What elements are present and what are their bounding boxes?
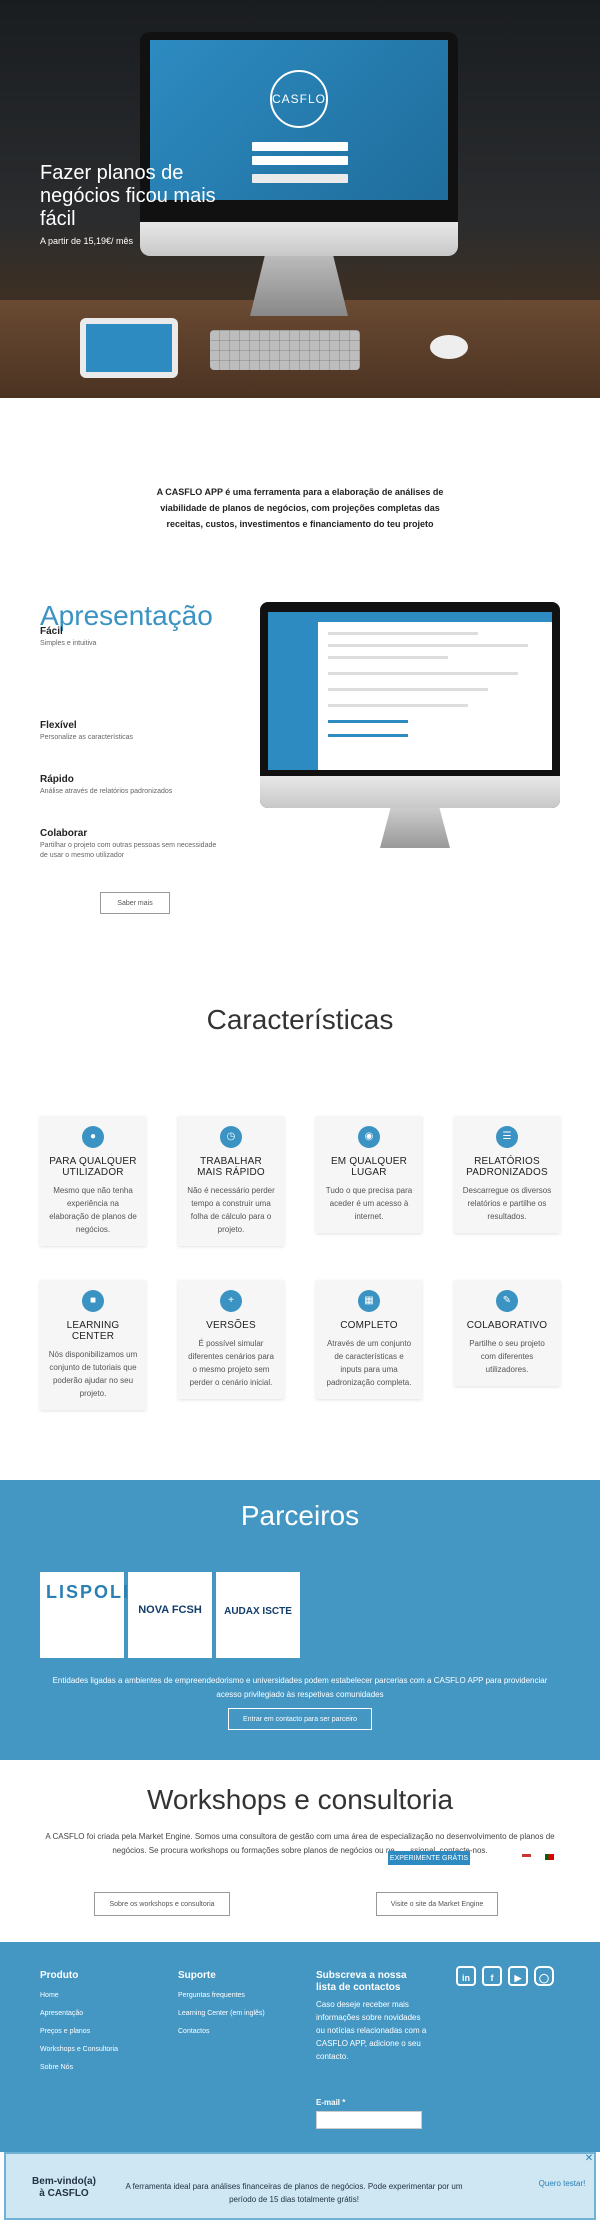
workshops-title: Workshops e consultoria — [146, 1784, 454, 1815]
partner-logo-text: LISPOLIS — [46, 1582, 145, 1602]
partner-contact-button[interactable]: Entrar em contacto para ser parceiro — [228, 1708, 372, 1730]
close-icon[interactable]: ✕ — [582, 2152, 596, 2166]
keyboard-icon: ▦ — [358, 1290, 380, 1312]
linkedin-icon[interactable]: in — [456, 1966, 476, 1986]
youtube-icon[interactable]: ▶ — [508, 1966, 528, 1986]
caracteristicas-title: Características — [206, 1004, 394, 1035]
feature-card: + VERSÕES É possível simular diferentes … — [178, 1280, 284, 1399]
feature-desc: Personalize as características — [40, 734, 133, 741]
feature-card: ▦ COMPLETO Através de um conjunto de car… — [316, 1280, 422, 1399]
card-desc: É possível simular diferentes cenários p… — [188, 1339, 274, 1387]
facebook-icon[interactable]: f — [482, 1966, 502, 1986]
card-title: EM QUALQUER LUGAR — [330, 1156, 408, 1178]
card-title: PARA QUALQUER UTILIZADOR — [49, 1156, 137, 1178]
card-desc: Mesmo que não tenha experiência na elabo… — [49, 1186, 137, 1234]
feature-title: Rápido — [40, 774, 74, 785]
footer-link[interactable]: Workshops e Consultoria — [40, 2046, 118, 2053]
mouse-illustration — [430, 335, 468, 359]
app-imac-stand — [380, 808, 450, 848]
globe-icon: ◉ — [358, 1126, 380, 1148]
footer-suporte-title: Suporte — [178, 1970, 216, 1981]
intro-text: A CASFLO APP é uma ferramenta para a ela… — [156, 487, 444, 529]
feature-card: ☰ RELATÓRIOS PADRONIZADOS Descarregue os… — [454, 1116, 560, 1233]
email-label: E-mail * — [316, 2098, 346, 2107]
card-desc: Não é necessário perder tempo a construi… — [187, 1186, 275, 1234]
footer-newsletter-title: Subscreva a nossa lista de contactos — [316, 1970, 407, 1993]
report-icon: ☰ — [496, 1126, 518, 1148]
card-desc: Partilhe o seu projeto com diferentes ut… — [469, 1339, 545, 1374]
try-free-button[interactable]: EXPERIMENTE GRÁTIS — [388, 1851, 470, 1865]
parceiros-text: Entidades ligadas a ambientes de empreen… — [52, 1676, 548, 1699]
imac-stand — [250, 256, 348, 316]
clock-icon: ◷ — [220, 1126, 242, 1148]
card-title: COMPLETO — [340, 1320, 398, 1331]
feature-desc: Simples e intuitiva — [40, 640, 97, 647]
login-field-illustration — [252, 142, 348, 151]
app-imac-chin — [260, 776, 560, 808]
book-icon: ■ — [82, 1290, 104, 1312]
workshops-button[interactable]: Sobre os workshops e consultoria — [94, 1892, 230, 1916]
feature-item: Colaborar Partilhar o projeto com outras… — [40, 828, 220, 861]
newsletter-text: Caso deseje receber mais informações sob… — [316, 2000, 427, 2061]
footer-link[interactable]: Preços e planos — [40, 2028, 90, 2035]
card-desc: Descarregue os diversos relatórios e par… — [462, 1186, 552, 1221]
banner-welcome: Bem-vindo(a) à CASFLO — [32, 2176, 96, 2199]
feature-title: Fácil — [40, 626, 63, 637]
feature-card: ■ LEARNING CENTER Nós disponibilizamos u… — [40, 1280, 146, 1410]
banner-text: A ferramenta ideal para análises finance… — [125, 2182, 463, 2204]
flag-pt-icon[interactable] — [545, 1854, 554, 1860]
instagram-icon[interactable]: ◯ — [534, 1966, 554, 1986]
partner-logo-text: AUDAX ISCTE — [224, 1606, 292, 1617]
login-field-illustration — [252, 156, 348, 165]
footer-link[interactable]: Learning Center (em inglês) — [178, 2010, 265, 2017]
market-engine-button[interactable]: Visite o site da Market Engine — [376, 1892, 498, 1916]
partner-logo[interactable]: AUDAX ISCTE — [216, 1572, 300, 1658]
feature-item: Flexível Personalize as características — [40, 720, 220, 743]
footer-link[interactable]: Home — [40, 1992, 59, 1999]
card-title: LEARNING CENTER — [66, 1320, 120, 1342]
footer-link[interactable]: Perguntas frequentes — [178, 1992, 245, 1999]
feature-card: ◷ TRABALHAR MAIS RÁPIDO Não é necessário… — [178, 1116, 284, 1246]
footer-link[interactable]: Sobre Nós — [40, 2064, 73, 2071]
card-title: RELATÓRIOS PADRONIZADOS — [466, 1156, 548, 1178]
ipad-illustration — [80, 318, 178, 378]
email-field[interactable] — [316, 2111, 422, 2129]
hero-price: A partir de 15,19€/ mês — [40, 236, 134, 246]
footer-produto-title: Produto — [40, 1970, 79, 1981]
feature-title: Colaborar — [40, 828, 88, 839]
flag-en-icon[interactable] — [522, 1854, 531, 1860]
users-icon: ● — [82, 1126, 104, 1148]
card-desc: Nós disponibilizamos um conjunto de tuto… — [48, 1350, 138, 1398]
feature-desc: Partilhar o projeto com outras pessoas s… — [40, 842, 217, 859]
feature-card: ✎ COLABORATIVO Partilhe o seu projeto co… — [454, 1280, 560, 1386]
keyboard-illustration — [210, 330, 360, 370]
feature-title: Flexível — [40, 720, 77, 731]
partner-logo[interactable]: LISPOLIS — [40, 1572, 145, 1658]
card-desc: Através de um conjunto de característica… — [326, 1339, 412, 1387]
banner-cta-link[interactable]: Quero testar! — [538, 2178, 586, 2190]
footer-link[interactable]: Contactos — [178, 2028, 210, 2035]
saber-mais-button[interactable]: Saber mais — [100, 892, 170, 914]
feature-desc: Análise através de relatórios padronizad… — [40, 788, 173, 795]
partner-logo[interactable]: NOVA FCSH — [128, 1572, 212, 1658]
hero-title: Fazer planos de negócios ficou mais fáci… — [40, 162, 216, 230]
card-title: VERSÕES — [206, 1320, 256, 1331]
plus-icon: + — [220, 1290, 242, 1312]
card-title: TRABALHAR MAIS RÁPIDO — [197, 1156, 265, 1178]
parceiros-title: Parceiros — [240, 1500, 360, 1531]
card-title: COLABORATIVO — [466, 1320, 548, 1331]
pencil-icon: ✎ — [496, 1290, 518, 1312]
footer-link[interactable]: Apresentação — [40, 2010, 83, 2017]
login-button-illustration — [252, 174, 348, 183]
feature-card: ● PARA QUALQUER UTILIZADOR Mesmo que não… — [40, 1116, 146, 1246]
workshops-text: A CASFLO foi criada pela Market Engine. … — [45, 1832, 555, 1855]
feature-item: Fácil Simples e intuitiva — [40, 626, 220, 649]
feature-item: Rápido Análise através de relatórios pad… — [40, 774, 220, 797]
feature-card: ◉ EM QUALQUER LUGAR Tudo o que precisa p… — [316, 1116, 422, 1233]
card-desc: Tudo o que precisa para aceder é um aces… — [325, 1186, 413, 1221]
app-screenshot — [268, 612, 552, 770]
casflo-logo: CASFLO — [270, 70, 328, 128]
partner-logo-text: NOVA FCSH — [138, 1604, 202, 1616]
